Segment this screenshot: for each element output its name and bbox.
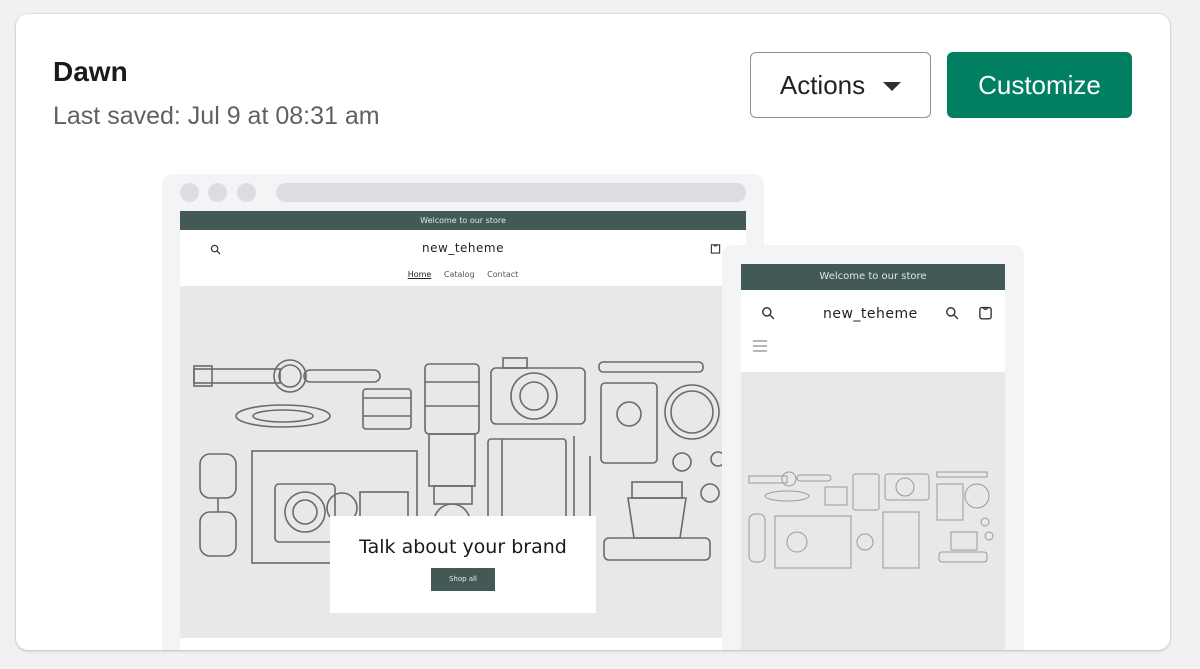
announcement-bar: Welcome to our store (180, 211, 746, 230)
mobile-preview: Welcome to our store new_teheme (722, 245, 1024, 650)
customize-button[interactable]: Customize (947, 52, 1132, 118)
mobile-store-logo: new_teheme (823, 306, 918, 322)
window-dot (208, 183, 227, 202)
actions-button-label: Actions (779, 69, 866, 100)
search-icon (762, 307, 775, 320)
theme-card: Dawn Last saved: Jul 9 at 08:31 am Actio… (16, 14, 1170, 650)
nav-item-home: Home (407, 270, 432, 279)
nav-item-contact: Contact (487, 270, 519, 279)
theme-name: Dawn (53, 56, 128, 87)
window-dot (237, 183, 256, 202)
store-logo: new_teheme (422, 241, 504, 255)
mobile-announcement-bar: Welcome to our store (741, 264, 1005, 290)
shop-all-button: Shop all (431, 568, 495, 591)
hero-banner: Talk about your brand Shop all (180, 286, 746, 638)
store-header: new_teheme Home Catalog Contact (180, 230, 746, 286)
mobile-hero-banner (741, 372, 1005, 650)
cart-icon (979, 306, 992, 320)
address-bar (276, 183, 746, 202)
customize-button-label: Customize (978, 69, 1101, 100)
last-saved-text: Last saved: Jul 9 at 08:31 am (53, 102, 380, 130)
window-dot (180, 183, 199, 202)
cart-icon (710, 244, 721, 254)
store-nav: Home Catalog Contact (180, 270, 746, 279)
mobile-product-illustration (748, 471, 994, 569)
search-icon (946, 307, 959, 320)
nav-item-catalog: Catalog (443, 270, 475, 279)
desktop-preview: Welcome to our store new_teheme Home Cat… (162, 174, 764, 650)
desktop-store-page: Welcome to our store new_teheme Home Cat… (180, 211, 746, 650)
hero-heading: Talk about your brand (359, 536, 567, 558)
actions-button[interactable]: Actions (750, 52, 931, 118)
menu-icon (753, 340, 767, 352)
caret-down-icon (883, 82, 902, 91)
mobile-store-page: Welcome to our store new_teheme (741, 264, 1005, 650)
mobile-store-header: new_teheme (741, 290, 1005, 372)
hero-text-box: Talk about your brand Shop all (330, 516, 596, 613)
